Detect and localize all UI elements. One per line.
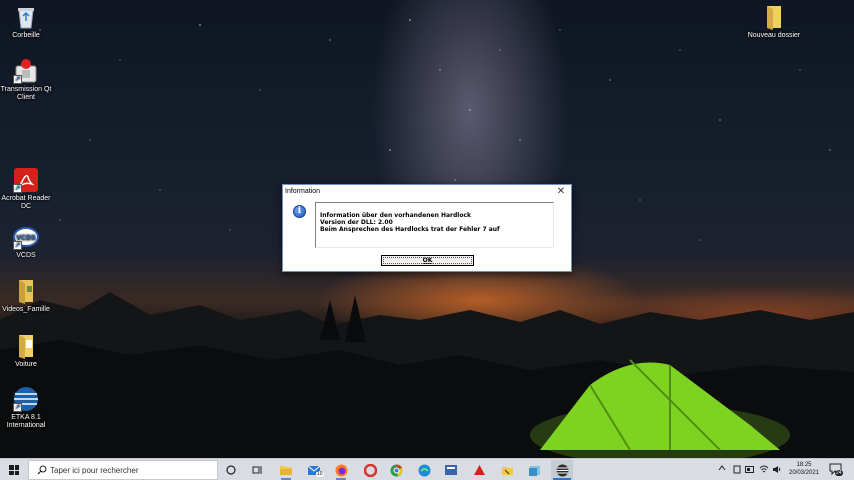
desktop-icon-transmission[interactable]: ↗ Transmission Qt Client	[0, 58, 56, 102]
recycle-bin-icon	[13, 4, 39, 30]
shortcut-arrow-icon: ↗	[13, 75, 22, 84]
desktop-icon-acrobat[interactable]: ↗ Acrobat Reader DC	[0, 167, 56, 211]
message-line: Information über den vorhandenen Hardloc…	[320, 212, 472, 219]
desktop-icon-nouveau-dossier[interactable]: Nouveau dossier	[744, 4, 804, 40]
task-view-icon[interactable]	[246, 460, 268, 480]
mail-icon[interactable]: 10	[303, 460, 325, 480]
mail-badge: 10	[316, 471, 324, 477]
desktop-icon-label: Corbeille	[12, 32, 40, 39]
desktop-icon-label: Acrobat Reader DC	[1, 195, 51, 210]
dialog-title: Information	[285, 188, 321, 195]
desktop-icon-videos-famille[interactable]: Videos_Famille	[0, 278, 56, 314]
acrobat-reader-icon: ↗	[13, 167, 39, 193]
folder-icon	[13, 333, 39, 359]
glowing-tent	[530, 359, 790, 458]
volume-icon[interactable]	[772, 465, 782, 480]
clock-date: 20/03/2021	[788, 470, 820, 476]
clock[interactable]: 18:25 20/03/2021	[784, 461, 824, 477]
dialog-titlebar[interactable]: Information ✕	[283, 185, 571, 199]
vcds-icon: VCDS ↗	[13, 224, 39, 250]
taskbar: Taper ici pour rechercher 10 18:25 20/03…	[0, 458, 854, 480]
file-app-icon[interactable]	[523, 460, 545, 480]
acrobat-icon[interactable]	[468, 460, 490, 480]
desktop-icon-label: Voiture	[15, 361, 37, 368]
message-line: Version der DLL: 2.00	[320, 219, 393, 226]
desktop-icon-etka[interactable]: ↗ ETKA 8.1 International	[0, 386, 56, 430]
folder-icon	[761, 4, 787, 30]
close-icon[interactable]: ✕	[555, 186, 567, 198]
firefox-icon[interactable]	[330, 460, 352, 480]
ccleaner-icon[interactable]	[359, 460, 381, 480]
desktop-icon-vcds[interactable]: VCDS ↗ VCDS	[0, 224, 56, 260]
app-icon[interactable]	[440, 460, 462, 480]
device-icon[interactable]	[733, 465, 741, 480]
clock-time: 18:25	[796, 462, 812, 468]
desktop-icon-recycle-bin[interactable]: Corbeille	[0, 4, 56, 40]
shortcut-arrow-icon: ↗	[13, 241, 22, 250]
information-dialog: Information ✕ i Information über den vor…	[282, 184, 572, 272]
desktop-icon-label: Nouveau dossier	[747, 32, 801, 39]
message-box: Information über den vorhandenen Hardloc…	[315, 202, 554, 248]
folder-icon	[13, 278, 39, 304]
desktop-icon-label: Videos_Famille	[2, 306, 50, 313]
edge-icon[interactable]	[413, 460, 435, 480]
search-input[interactable]: Taper ici pour rechercher	[28, 460, 218, 480]
start-button[interactable]	[0, 459, 28, 480]
desktop-icon-label: Transmission Qt Client	[0, 86, 52, 101]
desktop-icon-label: VCDS	[16, 252, 36, 259]
shortcut-arrow-icon: ↗	[13, 184, 22, 193]
notification-badge: 24	[835, 470, 843, 476]
ok-button[interactable]: OK	[381, 255, 474, 266]
message-line: Beim Ansprechen des Hardlocks trat der F…	[320, 226, 500, 233]
desktop-icon-label: ETKA 8.1 International	[6, 414, 46, 429]
info-icon: i	[293, 205, 306, 218]
chrome-icon[interactable]	[385, 460, 407, 480]
etka-icon: ↗	[13, 386, 39, 412]
shortcut-arrow-icon: ↗	[13, 403, 22, 412]
transmission-icon: ↗	[13, 58, 39, 84]
etka-taskbar-icon[interactable]	[551, 460, 573, 480]
battery-icon[interactable]	[745, 466, 755, 480]
search-icon	[37, 465, 47, 475]
search-placeholder: Taper ici pour rechercher	[50, 466, 139, 475]
cortana-icon[interactable]	[220, 460, 242, 480]
folder-app-icon[interactable]	[496, 460, 518, 480]
windows-logo-icon	[9, 465, 19, 475]
notification-center-icon[interactable]: 24	[829, 462, 843, 476]
chevron-up-icon[interactable]	[718, 464, 726, 480]
desktop-icon-voiture[interactable]: Voiture	[0, 333, 56, 369]
wifi-icon[interactable]	[759, 465, 769, 480]
file-explorer-icon[interactable]	[275, 460, 297, 480]
